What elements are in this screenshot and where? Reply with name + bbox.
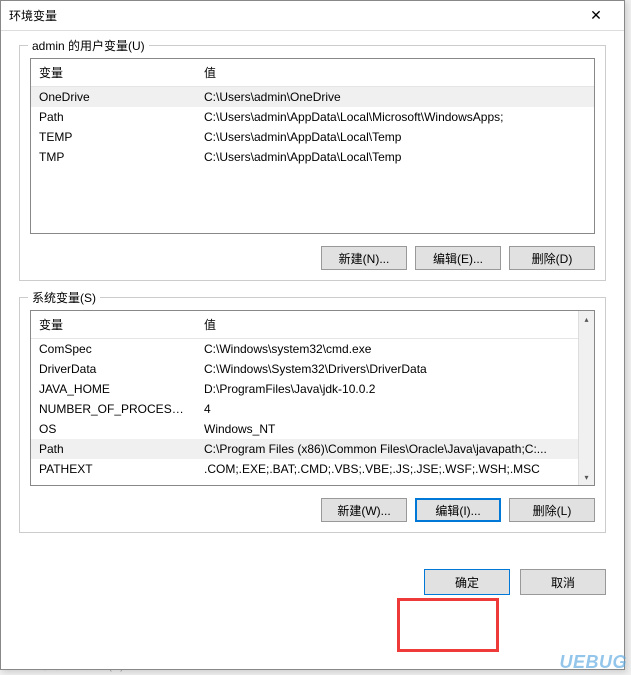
table-row[interactable]: OneDrive C:\Users\admin\OneDrive: [31, 87, 594, 108]
table-row[interactable]: NUMBER_OF_PROCESSORS 4: [31, 399, 578, 419]
sys-vars-table: 变量 值 ComSpec C:\Windows\system32\cmd.exe…: [31, 311, 578, 479]
user-vars-legend: admin 的用户变量(U): [28, 37, 149, 54]
sys-vars-table-wrap[interactable]: 变量 值 ComSpec C:\Windows\system32\cmd.exe…: [30, 310, 595, 486]
close-button[interactable]: ✕: [576, 2, 616, 30]
sys-vars-buttons: 新建(W)... 编辑(I)... 删除(L): [30, 498, 595, 522]
cancel-button[interactable]: 取消: [520, 569, 606, 595]
scroll-up-icon[interactable]: ▴: [579, 311, 594, 327]
user-delete-button[interactable]: 删除(D): [509, 246, 595, 270]
table-row[interactable]: Path C:\Program Files (x86)\Common Files…: [31, 439, 578, 459]
scrollbar[interactable]: ▴ ▾: [578, 311, 594, 485]
titlebar: 环境变量 ✕: [1, 1, 624, 31]
col-header-val[interactable]: 值: [196, 59, 594, 87]
user-vars-group: admin 的用户变量(U) 变量 值 OneDrive C:\Users\ad…: [19, 45, 606, 281]
dialog-buttons: 确定 取消: [1, 563, 624, 595]
window-title: 环境变量: [9, 7, 576, 24]
user-vars-buttons: 新建(N)... 编辑(E)... 删除(D): [30, 246, 595, 270]
table-row[interactable]: TEMP C:\Users\admin\AppData\Local\Temp: [31, 127, 594, 147]
table-row[interactable]: OS Windows_NT: [31, 419, 578, 439]
table-row[interactable]: JAVA_HOME D:\ProgramFiles\Java\jdk-10.0.…: [31, 379, 578, 399]
table-row[interactable]: TMP C:\Users\admin\AppData\Local\Temp: [31, 147, 594, 167]
env-vars-dialog: 环境变量 ✕ admin 的用户变量(U) 变量 值 One: [0, 0, 625, 670]
ok-button[interactable]: 确定: [424, 569, 510, 595]
user-new-button[interactable]: 新建(N)...: [321, 246, 407, 270]
table-row[interactable]: Path C:\Users\admin\AppData\Local\Micros…: [31, 107, 594, 127]
scroll-down-icon[interactable]: ▾: [579, 469, 594, 485]
table-row[interactable]: DriverData C:\Windows\System32\Drivers\D…: [31, 359, 578, 379]
sys-vars-group: 系统变量(S) 变量 值 ComSpec C:\Windows\system32…: [19, 297, 606, 533]
sys-delete-button[interactable]: 删除(L): [509, 498, 595, 522]
close-icon: ✕: [590, 7, 602, 24]
table-row[interactable]: PATHEXT .COM;.EXE;.BAT;.CMD;.VBS;.VBE;.J…: [31, 459, 578, 479]
sys-vars-legend: 系统变量(S): [28, 289, 100, 306]
col-header-var[interactable]: 变量: [31, 59, 196, 87]
user-edit-button[interactable]: 编辑(E)...: [415, 246, 501, 270]
user-vars-table: 变量 值 OneDrive C:\Users\admin\OneDrive Pa…: [31, 59, 594, 167]
sys-edit-button[interactable]: 编辑(I)...: [415, 498, 501, 522]
table-row[interactable]: ComSpec C:\Windows\system32\cmd.exe: [31, 339, 578, 360]
col-header-val[interactable]: 值: [196, 311, 578, 339]
user-vars-table-wrap[interactable]: 变量 值 OneDrive C:\Users\admin\OneDrive Pa…: [30, 58, 595, 234]
sys-new-button[interactable]: 新建(W)...: [321, 498, 407, 522]
col-header-var[interactable]: 变量: [31, 311, 196, 339]
